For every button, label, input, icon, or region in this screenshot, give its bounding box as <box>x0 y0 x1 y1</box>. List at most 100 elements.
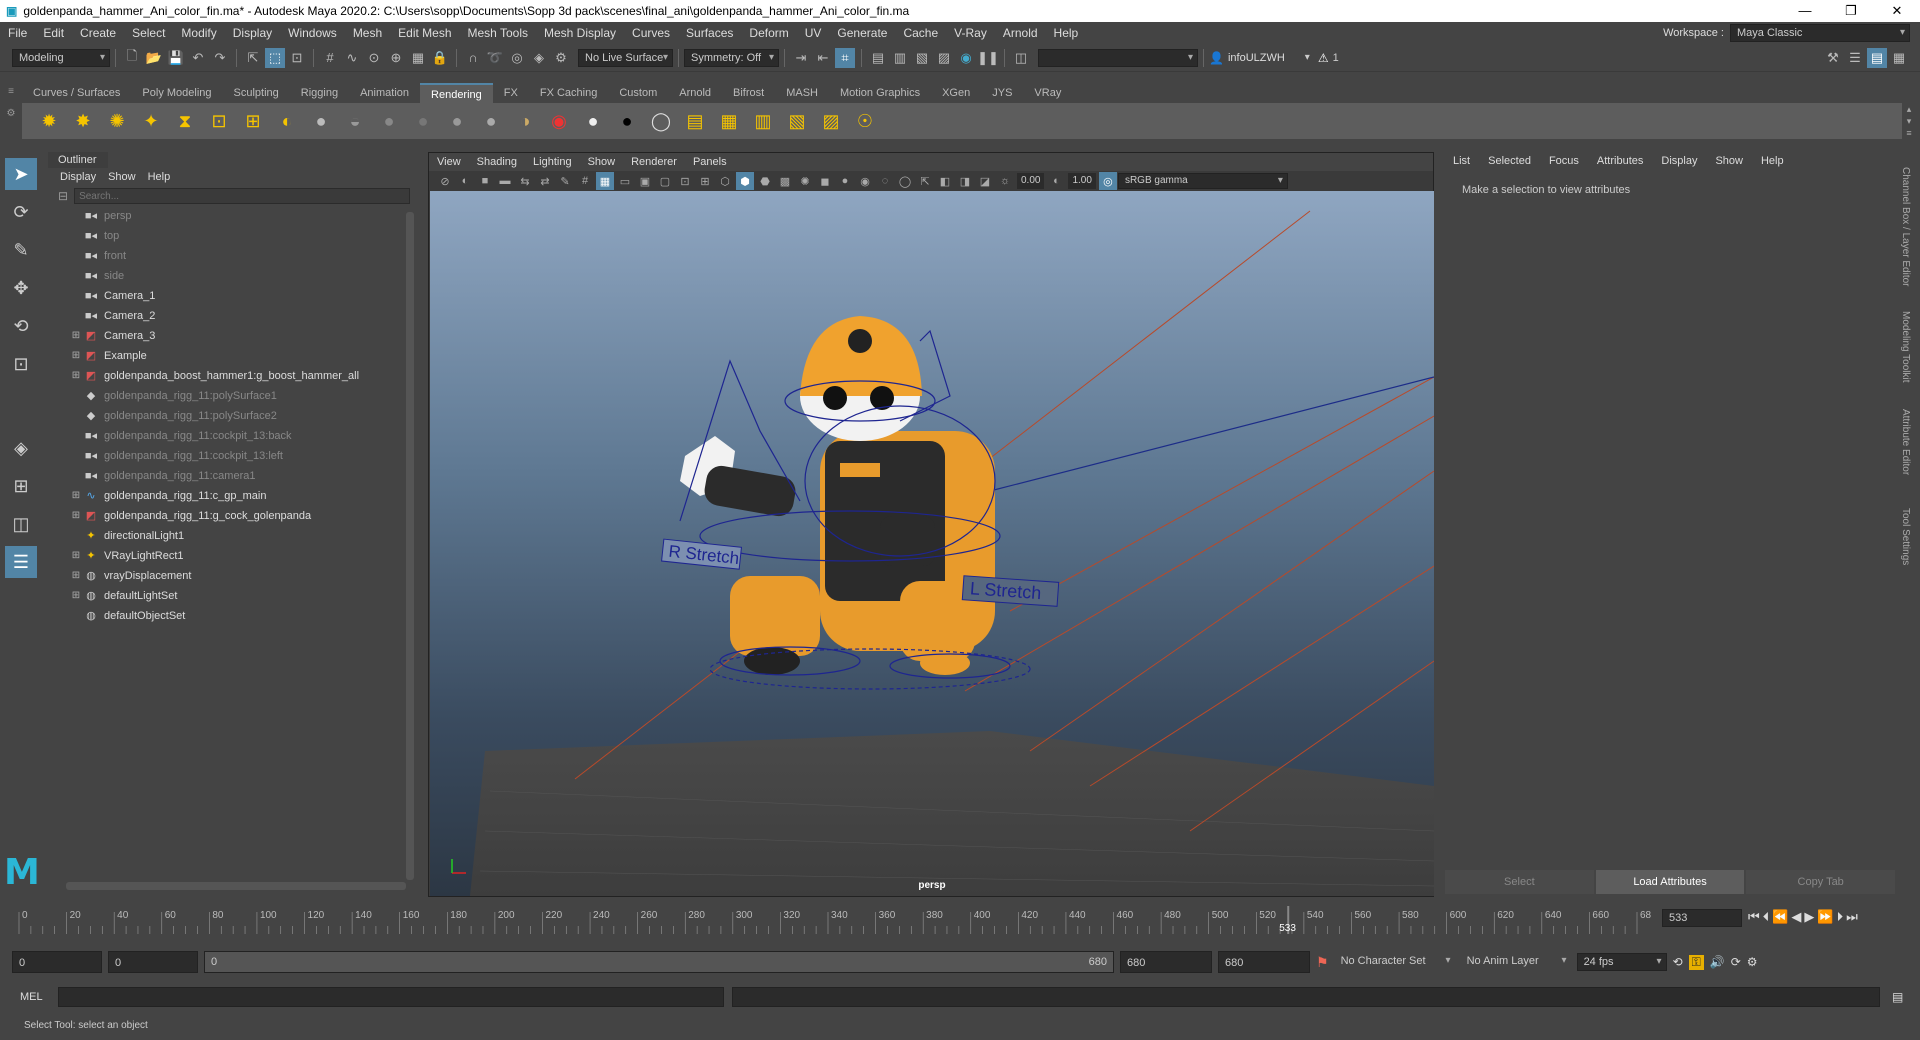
select-button[interactable]: Select <box>1445 870 1594 894</box>
outliner-item[interactable]: ■◂ goldenpanda_rigg_11:cockpit_13:left <box>44 446 418 466</box>
outliner-menu-display[interactable]: Display <box>54 171 102 183</box>
light-rig-icon[interactable]: ⊞ <box>240 108 266 134</box>
shelf-tab-vray[interactable]: VRay <box>1023 83 1072 103</box>
ipr-icon[interactable]: ◈ <box>529 48 549 68</box>
resolution-gate-icon[interactable]: ▭ <box>616 172 634 190</box>
snap-grid-icon[interactable]: # <box>320 48 340 68</box>
chevron-down-icon[interactable]: ▾ <box>1305 52 1310 63</box>
hypershade-node-icon[interactable]: ◐ <box>274 108 300 134</box>
grid-icon[interactable]: # <box>576 172 594 190</box>
film-gate-icon[interactable]: ▦ <box>596 172 614 190</box>
outliner-menu-show[interactable]: Show <box>102 171 142 183</box>
expand-icon[interactable]: ⊞ <box>70 506 82 526</box>
expand-icon[interactable]: ⊞ <box>70 546 82 566</box>
render-current-icon[interactable]: ▥ <box>890 48 910 68</box>
expand-icon[interactable]: ⊞ <box>70 566 82 586</box>
menu-deform[interactable]: Deform <box>741 22 796 44</box>
menu-uv[interactable]: UV <box>797 22 830 44</box>
modeling-toolkit-icon[interactable]: ⚒ <box>1823 48 1843 68</box>
menu-v-ray[interactable]: V-Ray <box>946 22 995 44</box>
anim-prefs-icon[interactable]: ⟳ <box>1731 955 1741 969</box>
select-tool-icon[interactable]: ➤ <box>5 158 37 190</box>
outliner-item[interactable]: ■◂ Camera_2 <box>44 306 418 326</box>
white-material-icon[interactable]: ● <box>580 108 606 134</box>
menu-display[interactable]: Display <box>225 22 280 44</box>
playback-end-field[interactable]: 680 <box>1120 951 1212 973</box>
close-icon[interactable]: ✕ <box>1874 0 1920 22</box>
shelf-tab-xgen[interactable]: XGen <box>931 83 981 103</box>
menu-surfaces[interactable]: Surfaces <box>678 22 741 44</box>
color-shader-icon[interactable]: ◉ <box>546 108 572 134</box>
outliner-layout-icon[interactable]: ☰ <box>5 546 37 578</box>
silver-material-icon[interactable]: ◯ <box>648 108 674 134</box>
pause-icon[interactable]: ❚❚ <box>977 48 999 68</box>
field-chart-icon[interactable]: ▢ <box>656 172 674 190</box>
shelf-grip[interactable]: ≡ ⚙ <box>4 86 18 138</box>
safe-title-icon[interactable]: ⊞ <box>696 172 714 190</box>
wire-on-shaded-icon[interactable]: ⬣ <box>756 172 774 190</box>
render-sequence-icon[interactable]: ▤ <box>682 108 708 134</box>
live-surface-field[interactable]: No Live Surface <box>578 48 673 67</box>
near-clip-field[interactable]: 0.00 <box>1017 173 1045 189</box>
outliner-item[interactable]: ⊞ ◩ Camera_3 <box>44 326 418 346</box>
magnet-icon[interactable]: ∩ <box>463 48 483 68</box>
shelf-tab-arnold[interactable]: Arnold <box>668 83 722 103</box>
outliner-search-input[interactable] <box>74 188 411 204</box>
load-attributes-button[interactable]: Load Attributes <box>1595 870 1745 894</box>
shelf-tab-mash[interactable]: MASH <box>775 83 829 103</box>
far-clip-field[interactable]: 1.00 <box>1068 173 1096 189</box>
textured-icon[interactable]: ▩ <box>776 172 794 190</box>
outliner-item[interactable]: ⊞ ✦ VRayLightRect1 <box>44 546 418 566</box>
anti-alias-icon[interactable]: ◌ <box>876 172 894 190</box>
layered-shader-icon[interactable]: ◑ <box>512 108 538 134</box>
outliner-menu-help[interactable]: Help <box>142 171 177 183</box>
expand-icon[interactable]: ⊞ <box>70 486 82 506</box>
workspace-dropdown[interactable]: Maya Classic <box>1730 24 1910 42</box>
current-frame-field[interactable]: 533 <box>1662 909 1742 927</box>
viewport-menu-panels[interactable]: Panels <box>685 153 735 171</box>
gate-mask-icon[interactable]: ▣ <box>636 172 654 190</box>
output-ops-icon[interactable]: ⇤ <box>813 48 833 68</box>
3d-scene[interactable]: R Stretch L Stretch persp <box>430 191 1434 896</box>
go-to-start-icon[interactable]: ⏮ <box>1748 909 1760 925</box>
image-plane-icon[interactable]: ▬ <box>496 172 514 190</box>
color-management-icon[interactable]: ◎ <box>1098 172 1117 190</box>
shelf-tab-animation[interactable]: Animation <box>349 83 420 103</box>
quick-command-field[interactable] <box>1038 48 1198 67</box>
menu-windows[interactable]: Windows <box>280 22 345 44</box>
sound-icon[interactable]: 🔊 <box>1710 955 1725 969</box>
start-time-field[interactable]: 0 <box>12 951 102 973</box>
render-view-icon[interactable]: ▤ <box>868 48 888 68</box>
shelf-tab-poly-modeling[interactable]: Poly Modeling <box>131 83 222 103</box>
viewport-menu-shading[interactable]: Shading <box>469 153 525 171</box>
point-light-icon[interactable]: ✸ <box>70 108 96 134</box>
batch-render-icon[interactable]: ▥ <box>750 108 776 134</box>
attr-menu-help[interactable]: Help <box>1752 152 1793 170</box>
expand-icon[interactable]: ⊞ <box>70 366 82 386</box>
playback-start-field[interactable]: 0 <box>108 951 198 973</box>
sidebar-toggle-icon[interactable]: ◫ <box>1011 48 1031 68</box>
outliner-item[interactable]: ■◂ goldenpanda_rigg_11:cockpit_13:back <box>44 426 418 446</box>
shadows-icon[interactable]: ◼ <box>816 172 834 190</box>
grease-pencil-icon[interactable]: ✎ <box>556 172 574 190</box>
black-material-icon[interactable]: ● <box>614 108 640 134</box>
anim-layer-dropdown[interactable]: No Anim Layer <box>1460 953 1571 971</box>
blinn-material-icon[interactable]: ● <box>376 108 402 134</box>
sphere-material-icon[interactable]: ● <box>308 108 334 134</box>
outliner-item[interactable]: ◆ goldenpanda_rigg_11:polySurface2 <box>44 406 418 426</box>
symmetry-dropdown[interactable]: Symmetry: Off <box>684 48 779 67</box>
maximize-icon[interactable]: ❐ <box>1828 0 1874 22</box>
outliner-item[interactable]: ■◂ Camera_1 <box>44 286 418 306</box>
viewport-menu-view[interactable]: View <box>429 153 469 171</box>
shelf-tab-custom[interactable]: Custom <box>608 83 668 103</box>
menu-file[interactable]: File <box>0 22 35 44</box>
outliner-item[interactable]: ◍ defaultObjectSet <box>44 606 418 626</box>
scale-tool-icon[interactable]: ⊡ <box>5 348 37 380</box>
outliner-scrollbar[interactable] <box>406 212 414 880</box>
use-lights-icon[interactable]: ✺ <box>796 172 814 190</box>
bookmark-icon[interactable]: ■ <box>476 172 494 190</box>
light-editor-icon[interactable]: ☉ <box>852 108 878 134</box>
step-forward-icon[interactable]: ⏵ <box>1837 909 1844 925</box>
play-back-icon[interactable]: ◀ <box>1791 909 1801 925</box>
outliner-item[interactable]: ■◂ goldenpanda_rigg_11:camera1 <box>44 466 418 486</box>
